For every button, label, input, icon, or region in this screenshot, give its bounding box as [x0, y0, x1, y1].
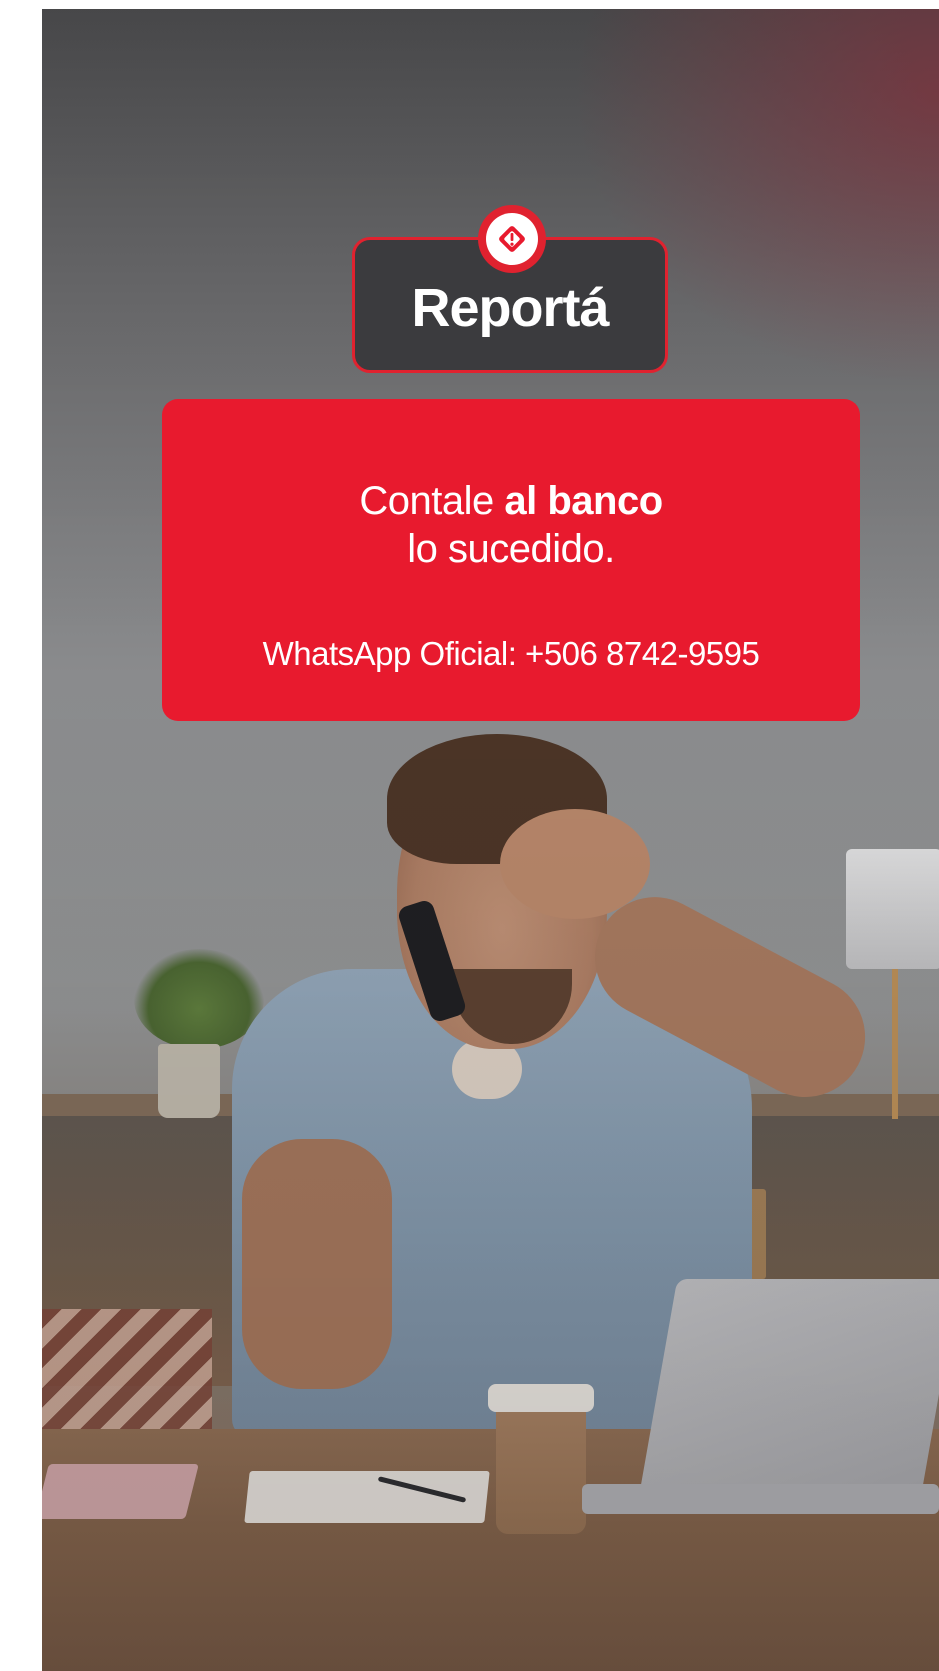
alert-icon-background: [486, 213, 538, 265]
card-headline-bold: al banco: [504, 479, 663, 523]
report-title: Reportá: [411, 278, 609, 338]
ad-banner: Reportá Contale al banco lo sucedido. Wh…: [42, 9, 939, 1671]
card-headline-prefix: Contale: [359, 479, 505, 523]
card-subline: lo sucedido.: [407, 527, 615, 571]
whatsapp-contact: WhatsApp Oficial: +506 8742-9595: [262, 635, 760, 672]
info-card: Contale al banco lo sucedido. WhatsApp O…: [162, 399, 860, 721]
alert-diamond-icon: [478, 205, 546, 273]
alert-diamond-glyph: [499, 226, 525, 252]
card-headline: Contale al banco: [162, 479, 860, 524]
